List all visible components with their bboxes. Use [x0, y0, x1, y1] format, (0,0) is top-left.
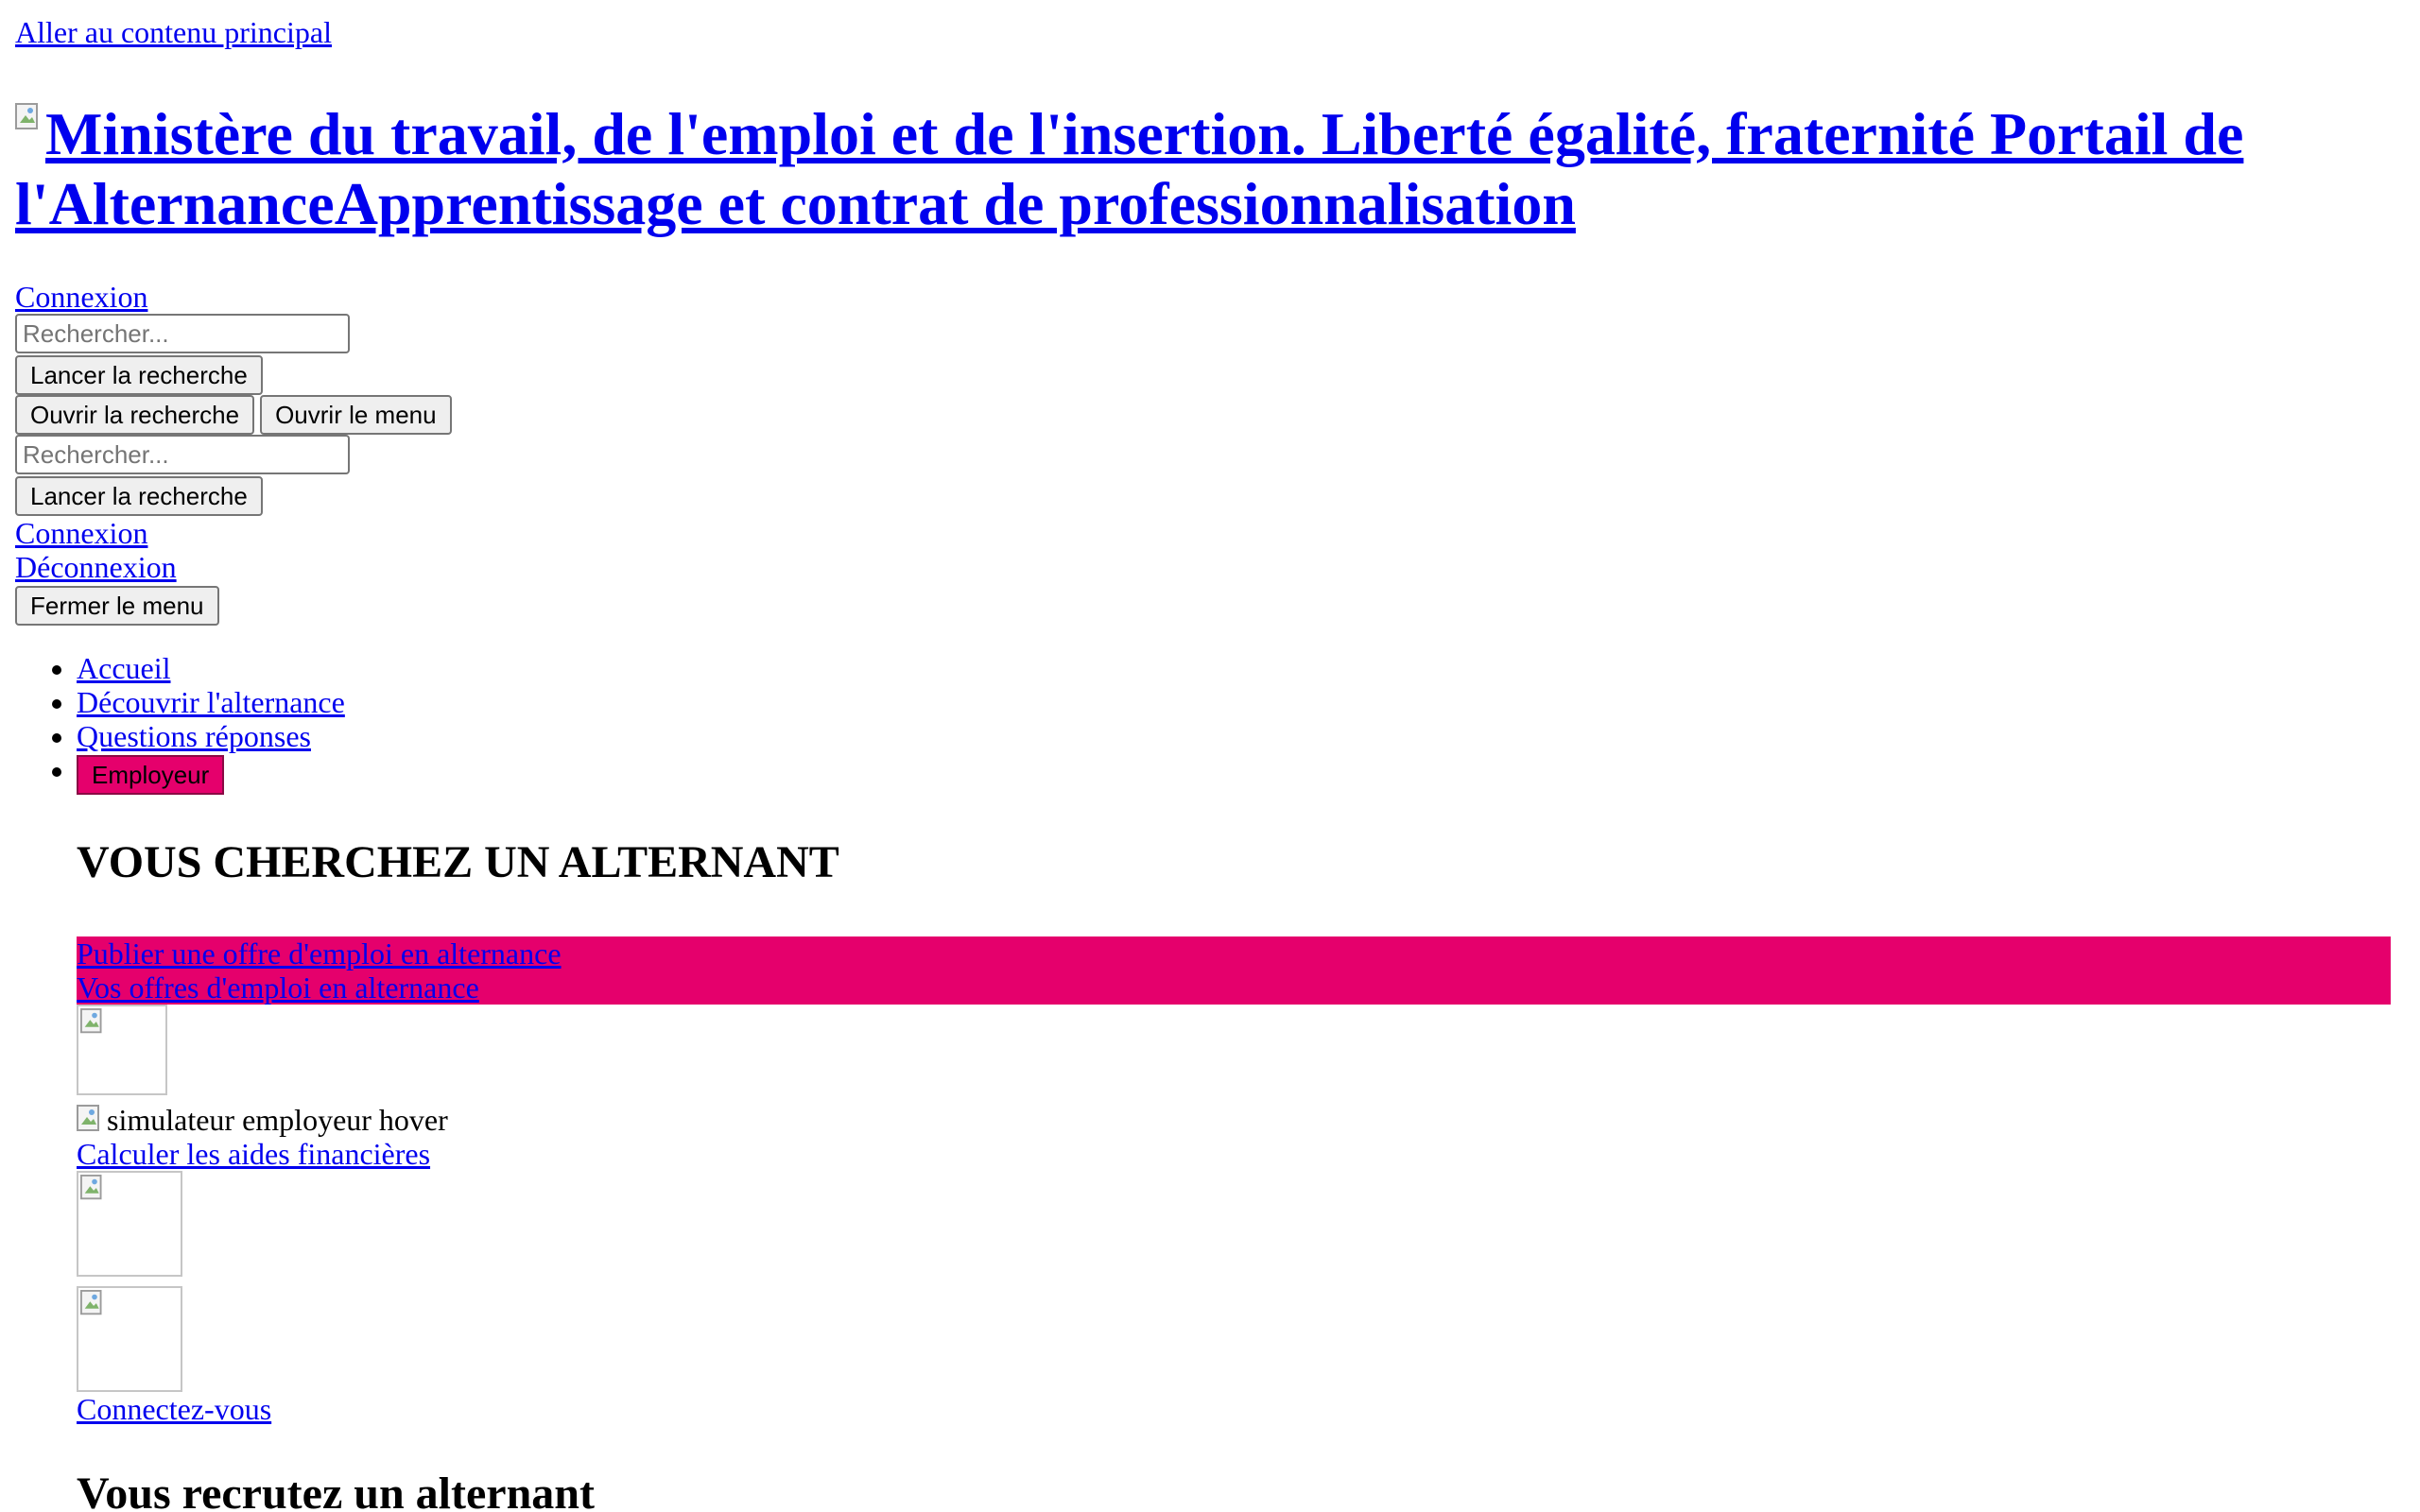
main-nav: Accueil Découvrir l'alternance Questions… — [0, 651, 2405, 795]
home-logo-link[interactable]: Ministère du travail, de l'emploi et de … — [15, 100, 2243, 237]
simulator-alt-text: simulateur employeur hover — [107, 1103, 448, 1137]
broken-image-icon — [77, 1005, 167, 1095]
nav-link-decouvrir[interactable]: Découvrir l'alternance — [77, 685, 345, 719]
section-title: VOUS CHERCHEZ UN ALTERNANT — [77, 837, 839, 887]
deconnexion-link[interactable]: Déconnexion — [15, 550, 2420, 584]
nav-item-employeur: Employeur — [77, 753, 2405, 795]
open-menu-button[interactable]: Ouvrir le menu — [260, 395, 452, 435]
recruit-subtitle: Vous recrutez un alternant — [77, 1469, 595, 1512]
employer-links-bar: Publier une offre d'emploi en alternance… — [77, 936, 2391, 1005]
simulator-image: simulateur employeur hover — [77, 1103, 2405, 1137]
login-link[interactable]: Connectez-vous — [77, 1392, 2405, 1426]
search-submit-button[interactable]: Lancer la recherche — [15, 355, 263, 395]
page: Aller au contenu principal Ministère du … — [0, 0, 2420, 1512]
nav-item-decouvrir: Découvrir l'alternance — [77, 685, 2405, 719]
site-title: Ministère du travail, de l'emploi et de … — [15, 99, 2420, 239]
employeur-button[interactable]: Employeur — [77, 755, 225, 795]
logo-alt-text: Ministère du travail, de l'emploi et de … — [15, 100, 2244, 237]
broken-image-icon — [77, 1105, 99, 1131]
calculate-aid-link[interactable]: Calculer les aides financières — [77, 1137, 2405, 1171]
broken-image-icon — [77, 1171, 182, 1277]
skip-to-content-link[interactable]: Aller au contenu principal — [15, 15, 332, 49]
menu-search-input[interactable] — [15, 435, 350, 474]
connexion-link[interactable]: Connexion — [15, 280, 2420, 314]
menu-connexion-link[interactable]: Connexion — [15, 516, 2420, 550]
broken-image-icon — [77, 1286, 182, 1392]
nav-link-accueil[interactable]: Accueil — [77, 651, 171, 685]
publish-offer-link[interactable]: Publier une offre d'emploi en alternance — [77, 936, 2391, 971]
open-search-button[interactable]: Ouvrir la recherche — [15, 395, 255, 435]
broken-image-icon — [15, 103, 45, 133]
employer-section: VOUS CHERCHEZ UN ALTERNANT Publier une o… — [77, 836, 2405, 1512]
nav-item-accueil: Accueil — [77, 651, 2405, 685]
close-menu-button[interactable]: Fermer le menu — [15, 586, 219, 626]
nav-link-questions[interactable]: Questions réponses — [77, 719, 311, 753]
my-offers-link[interactable]: Vos offres d'emploi en alternance — [77, 971, 2391, 1005]
search-input[interactable] — [15, 314, 350, 353]
nav-item-questions: Questions réponses — [77, 719, 2405, 753]
menu-search-submit-button[interactable]: Lancer la recherche — [15, 476, 263, 516]
